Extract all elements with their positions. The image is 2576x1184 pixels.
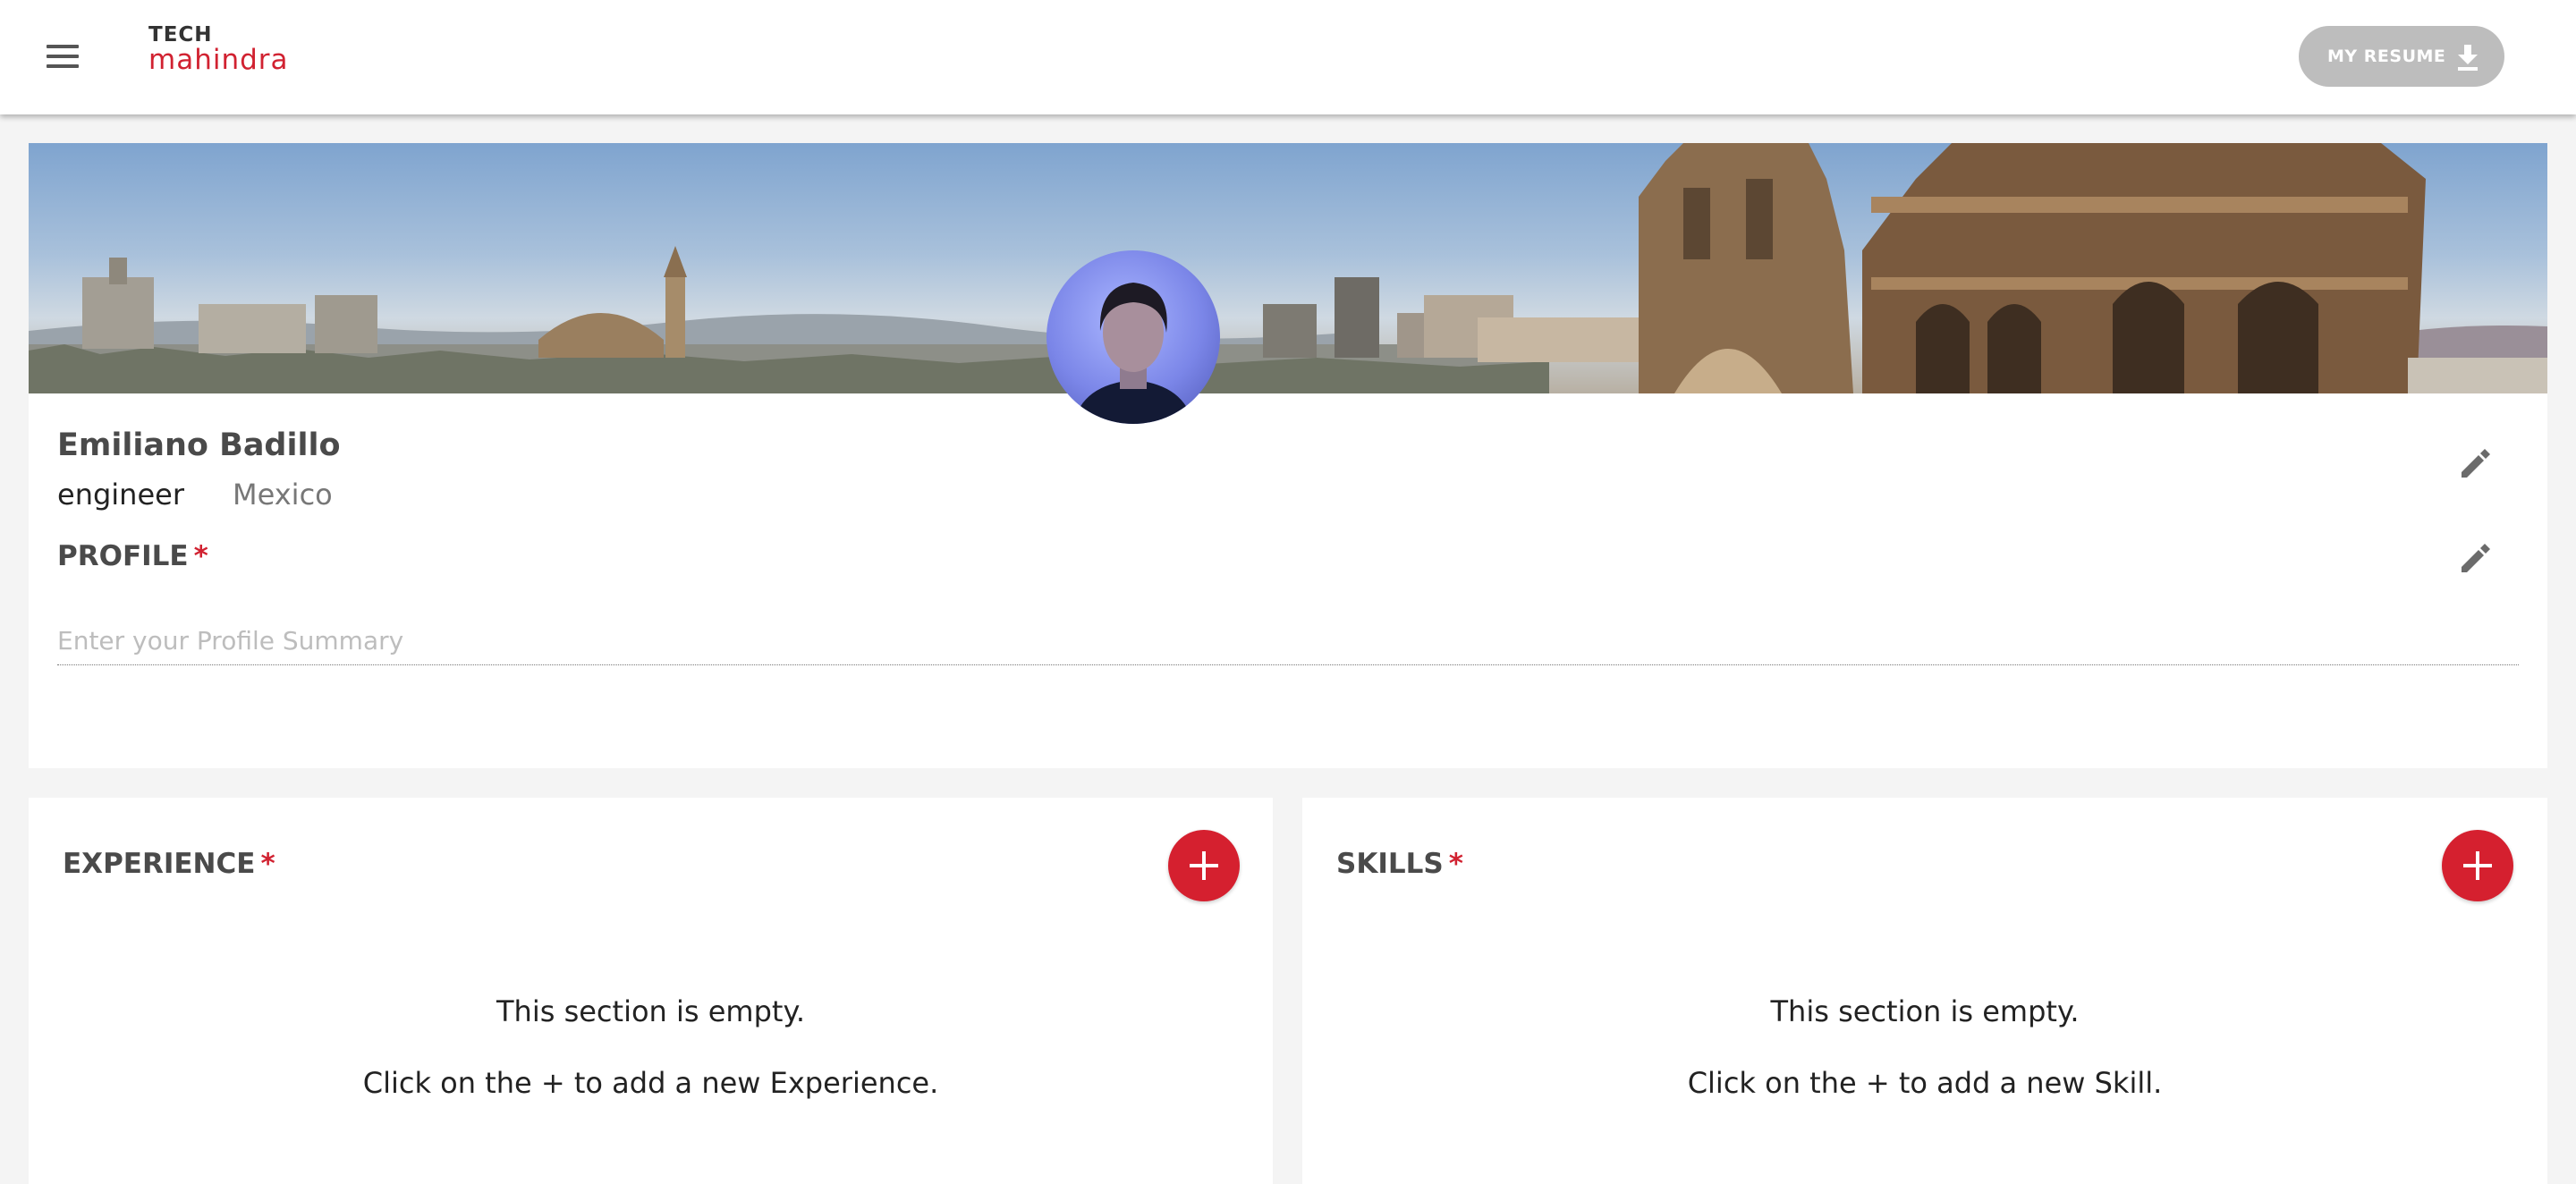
cover-banner-image — [29, 143, 2547, 393]
top-app-bar: TECH mahindra MY RESUME — [0, 0, 2576, 114]
profile-title-text: PROFILE — [57, 540, 189, 572]
skills-section-title: SKILLS * — [1336, 848, 1463, 880]
city-skyline-image — [29, 143, 2547, 393]
add-skill-button[interactable] — [2442, 830, 2513, 901]
experience-title-text: EXPERIENCE — [63, 848, 256, 880]
experience-card: EXPERIENCE * This section is empty. Click… — [29, 798, 1273, 1184]
experience-empty-hint: Click on the + to add a new Experience. — [362, 1066, 939, 1100]
profile-avatar[interactable] — [1046, 250, 1220, 424]
skills-card: SKILLS * This section is empty. Click on … — [1302, 798, 2547, 1184]
skills-title-text: SKILLS — [1336, 848, 1444, 880]
profile-summary-input[interactable] — [57, 617, 2519, 665]
required-asterisk: * — [193, 540, 208, 572]
my-resume-label: MY RESUME — [2327, 47, 2446, 66]
tech-mahindra-logo[interactable]: TECH mahindra — [148, 23, 289, 76]
menu-icon[interactable] — [47, 43, 82, 70]
edit-details-icon[interactable] — [2454, 442, 2497, 485]
my-resume-button[interactable]: MY RESUME — [2299, 26, 2504, 87]
experience-section-title: EXPERIENCE * — [63, 848, 275, 880]
user-location: Mexico — [233, 478, 333, 512]
required-asterisk: * — [1448, 848, 1463, 880]
required-asterisk: * — [260, 848, 275, 880]
user-name: Emiliano Badillo — [57, 427, 341, 463]
skills-empty-hint: Click on the + to add a new Skill. — [1687, 1066, 2163, 1100]
profile-photo — [1073, 283, 1193, 424]
add-experience-button[interactable] — [1168, 830, 1240, 901]
experience-empty-message: This section is empty. — [496, 994, 805, 1028]
user-role: engineer — [57, 478, 184, 512]
skills-empty-message: This section is empty. — [1770, 994, 2080, 1028]
profile-section-title: PROFILE * — [57, 540, 208, 572]
edit-profile-icon[interactable] — [2454, 537, 2497, 579]
logo-bottom-text: mahindra — [148, 44, 289, 76]
download-icon — [2458, 45, 2478, 71]
profile-card: Emiliano Badillo engineer Mexico PROFILE… — [29, 143, 2547, 768]
